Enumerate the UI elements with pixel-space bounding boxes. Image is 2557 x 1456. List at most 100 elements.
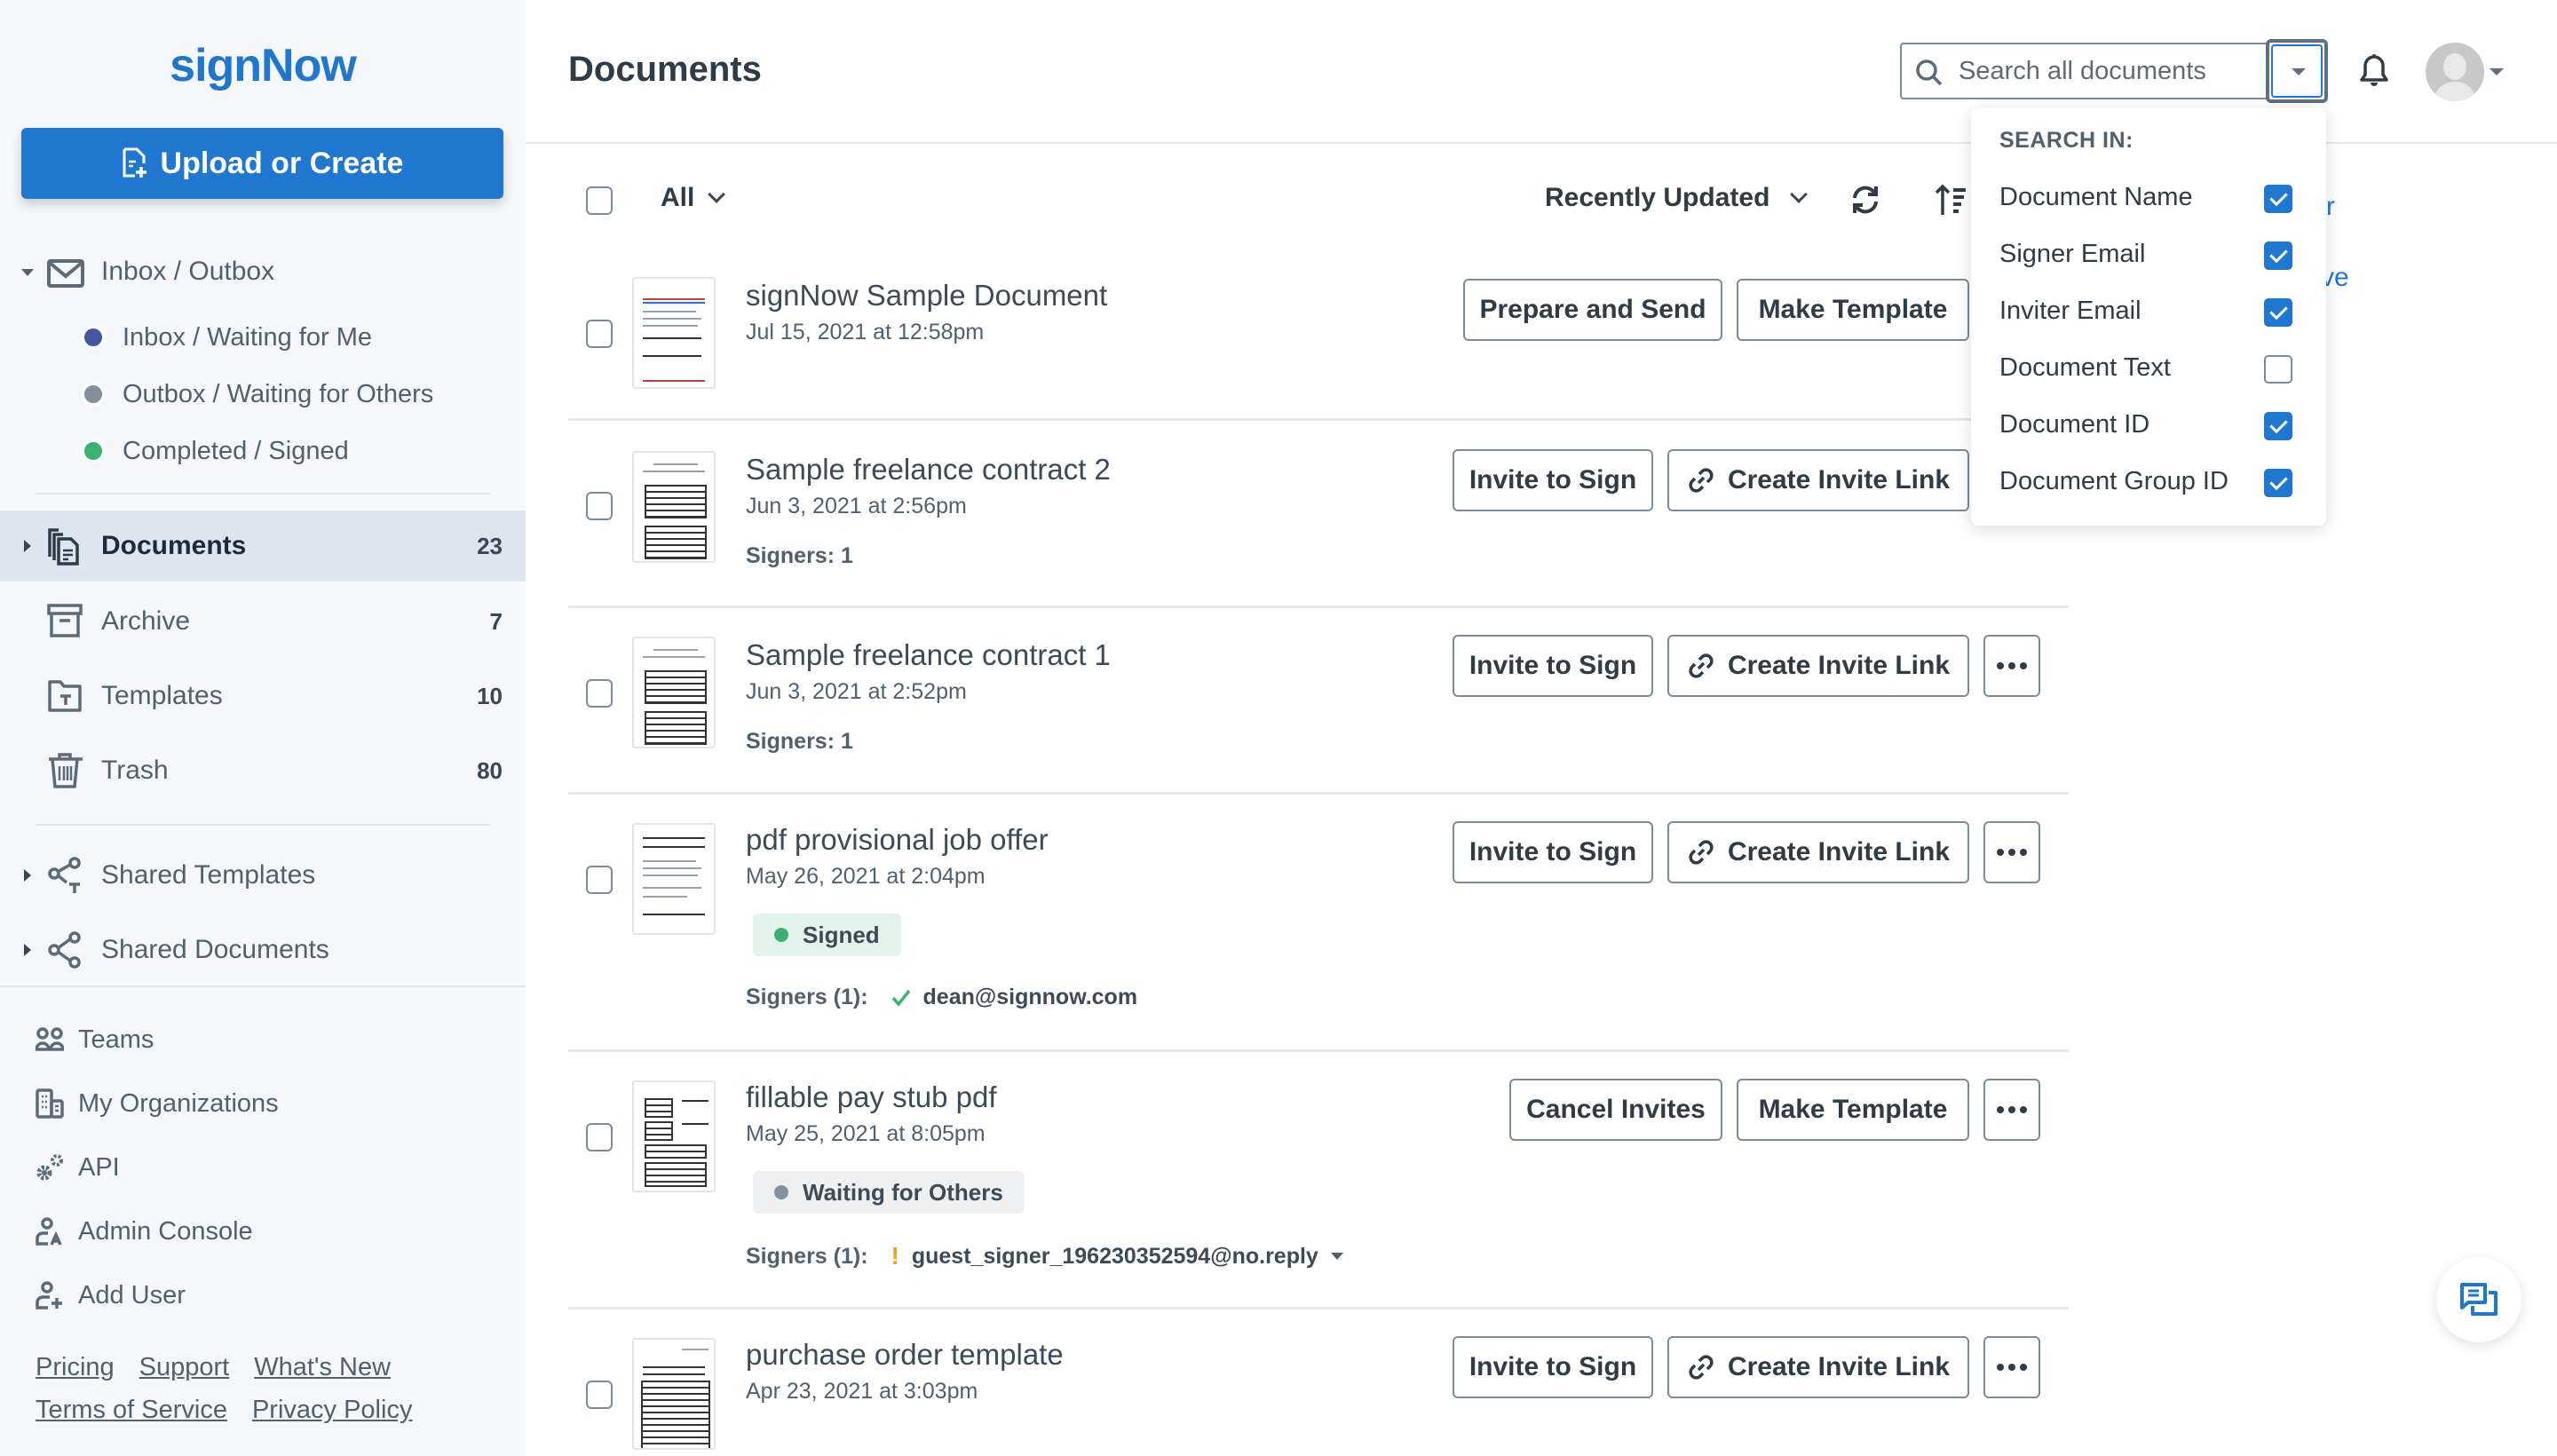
invite-to-sign-button[interactable]: Invite to Sign [1453,635,1653,697]
account-menu-caret-icon[interactable] [2490,68,2504,75]
partially-hidden-link[interactable]: r [2326,192,2335,222]
document-title[interactable]: fillable pay stub pdf [746,1080,997,1114]
sidebar-item-my-organizations[interactable]: My Organizations [0,1077,526,1130]
invite-to-sign-button[interactable]: Invite to Sign [1453,1336,1653,1398]
document-thumbnail[interactable] [632,277,716,389]
row-checkbox[interactable] [586,1381,613,1409]
more-actions-button[interactable] [1983,1336,2040,1398]
create-invite-link-button[interactable]: Create Invite Link [1667,635,1969,697]
option-checkbox[interactable] [2264,298,2292,327]
row-checkbox[interactable] [586,492,613,520]
search-options-toggle-button[interactable] [2266,39,2328,103]
support-link[interactable]: Support [139,1353,230,1381]
create-invite-link-button[interactable]: Create Invite Link [1667,1336,1969,1398]
sort-dropdown[interactable]: Recently Updated [1545,183,1809,213]
pricing-link[interactable]: Pricing [36,1353,115,1381]
document-row[interactable]: pdf provisional job offer May 26, 2021 a… [568,795,2069,1050]
prepare-and-send-button[interactable]: Prepare and Send [1463,279,1722,341]
sidebar-item-inbox-waiting-for-me[interactable]: Inbox / Waiting for Me [0,313,526,362]
sidebar-item-inbox-outbox[interactable]: Inbox / Outbox [0,236,526,307]
caret-right-icon[interactable] [24,540,31,552]
signer-email[interactable]: ! guest_signer_196230352594@no.reply [891,1242,1343,1270]
create-invite-link-button[interactable]: Create Invite Link [1667,449,1969,511]
make-template-button[interactable]: Make Template [1737,1079,1969,1141]
document-thumbnail[interactable] [632,451,716,563]
sidebar-item-teams[interactable]: Teams [0,1013,526,1066]
document-row[interactable]: signNow Sample Document Jul 15, 2021 at … [568,266,2069,419]
document-row[interactable]: Sample freelance contract 2 Jun 3, 2021 … [568,421,2069,605]
row-checkbox[interactable] [586,1123,613,1151]
sidebar-item-templates[interactable]: Templates 10 [0,661,526,732]
document-row[interactable]: Sample freelance contract 1 Jun 3, 2021 … [568,608,2069,793]
option-checkbox[interactable] [2264,355,2292,384]
cancel-invites-button[interactable]: Cancel Invites [1509,1079,1722,1141]
search-option-signer-email[interactable]: Signer Email [1971,227,2326,284]
create-invite-link-button[interactable]: Create Invite Link [1667,821,1969,883]
sidebar-item-documents[interactable]: Documents 23 [0,510,526,582]
sort-direction-icon[interactable] [1934,183,1969,217]
document-title[interactable]: signNow Sample Document [746,279,1107,313]
row-checkbox[interactable] [586,866,613,894]
caret-down-icon[interactable] [1330,1253,1343,1260]
user-avatar[interactable] [2426,43,2484,101]
signers-count: Signers: 1 [746,729,853,754]
sidebar-item-shared-documents[interactable]: Shared Documents [0,914,526,985]
select-all-checkbox[interactable] [586,186,613,215]
thumb-line [643,355,701,357]
document-title[interactable]: Sample freelance contract 2 [746,453,1111,487]
more-actions-button[interactable] [1983,1079,2040,1141]
sidebar-item-add-user[interactable]: Add User [0,1269,526,1322]
chat-support-button[interactable] [2436,1257,2521,1342]
whats-new-link[interactable]: What's New [254,1353,391,1381]
document-thumbnail[interactable] [632,1338,716,1450]
terms-of-service-link[interactable]: Terms of Service [36,1396,227,1424]
upload-or-create-label: Upload or Create [160,146,404,180]
sort-label: Recently Updated [1545,183,1770,212]
search-option-document-group-id[interactable]: Document Group ID [1971,455,2326,511]
more-actions-button[interactable] [1983,635,2040,697]
more-actions-button[interactable] [1983,821,2040,883]
make-template-button[interactable]: Make Template [1737,279,1969,341]
caret-right-icon[interactable] [24,944,31,956]
option-checkbox[interactable] [2264,241,2292,270]
sidebar-item-trash[interactable]: Trash 80 [0,735,526,806]
upload-or-create-button[interactable]: Upload or Create [21,128,503,199]
search-option-document-name[interactable]: Document Name [1971,170,2326,227]
notifications-bell-icon[interactable] [2358,53,2390,89]
row-checkbox[interactable] [586,320,613,348]
search-input[interactable] [1959,53,2252,89]
document-title[interactable]: pdf provisional job offer [746,823,1049,857]
document-row[interactable]: purchase order template Apr 23, 2021 at … [568,1310,2069,1456]
sidebar-item-api[interactable]: API [0,1141,526,1194]
trash-count: 80 [477,756,503,784]
option-checkbox[interactable] [2264,185,2292,213]
privacy-policy-link[interactable]: Privacy Policy [252,1396,413,1424]
caret-down-icon [2292,68,2306,75]
invite-to-sign-button[interactable]: Invite to Sign [1453,821,1653,883]
refresh-icon[interactable] [1850,183,1880,217]
document-thumbnail[interactable] [632,1080,716,1192]
sidebar-item-shared-templates[interactable]: Shared Templates [0,840,526,911]
search-option-document-id[interactable]: Document ID [1971,398,2326,455]
document-thumbnail[interactable] [632,637,716,748]
sidebar-item-completed-signed[interactable]: Completed / Signed [0,426,526,476]
row-checkbox[interactable] [586,679,613,708]
signer-email[interactable]: dean@signnow.com [891,985,1137,1010]
search-option-inviter-email[interactable]: Inviter Email [1971,284,2326,341]
document-title[interactable]: Sample freelance contract 1 [746,638,1111,672]
sidebar-item-archive[interactable]: Archive 7 [0,586,526,657]
option-checkbox[interactable] [2264,469,2292,497]
filter-dropdown[interactable]: All [661,183,726,213]
caret-right-icon[interactable] [24,869,31,882]
option-checkbox[interactable] [2264,412,2292,440]
caret-down-icon[interactable] [21,269,34,276]
option-label: Inviter Email [1999,297,2141,325]
sidebar-item-admin-console[interactable]: Admin Console [0,1205,526,1258]
document-title[interactable]: purchase order template [746,1338,1064,1372]
document-row[interactable]: fillable pay stub pdf May 25, 2021 at 8:… [568,1052,2069,1308]
invite-to-sign-button[interactable]: Invite to Sign [1453,449,1653,511]
sidebar-item-outbox-waiting-for-others[interactable]: Outbox / Waiting for Others [0,369,526,419]
signnow-logo[interactable]: signNow [0,39,526,92]
search-option-document-text[interactable]: Document Text [1971,341,2326,398]
document-thumbnail[interactable] [632,823,716,935]
